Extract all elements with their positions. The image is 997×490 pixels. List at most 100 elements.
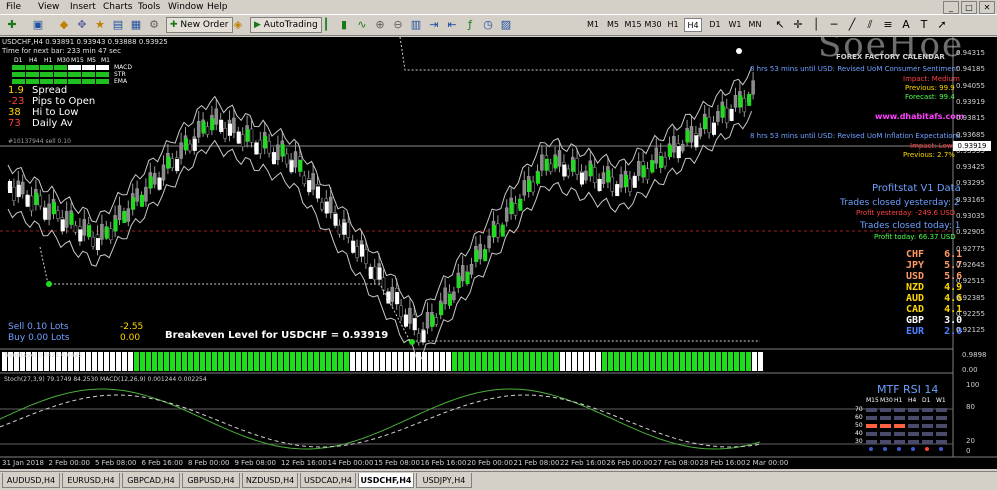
trend-ribbon-segment [474,249,479,262]
mtf-rsi-cell [866,440,877,444]
autotrading-button[interactable]: ▶ AutoTrading [250,17,322,33]
profiles-icon[interactable]: ▣ [30,17,46,33]
timeframe-m30[interactable]: M30 [644,18,662,32]
tab-usdchf[interactable]: USDCHF,H4 [358,473,414,488]
tab-gbpusd[interactable]: GBPUSD,H4 [182,473,240,488]
trend-panel-block [254,352,259,371]
mtf-rsi-cell [936,424,947,428]
mtf-rsi-level: 70 [855,406,863,413]
tab-usdjpy[interactable]: USDJPY,H4 [416,473,472,488]
new-order-button[interactable]: ✚ New Order [166,17,233,33]
chart-canvas [0,37,997,458]
price-axis-tick: 0.93685 [956,130,985,139]
price-axis-tick: 0.94315 [956,49,985,57]
menu-view[interactable]: View [38,2,59,12]
crosshair-icon[interactable]: ✛ [790,17,806,33]
timeframe-mn[interactable]: MN [746,18,764,32]
trend-panel-block [746,352,751,371]
new-chart-icon[interactable]: ✚ [4,17,20,33]
candle-body [144,186,148,202]
trend-panel-block [722,352,727,371]
trend-panel-block [470,352,475,371]
mtf-rsi-level: 40 [855,430,863,437]
tab-gbpcad[interactable]: GBPCAD,H4 [122,473,180,488]
candle-body [663,156,667,167]
tab-eurusd[interactable]: EURUSD,H4 [62,473,120,488]
mtf-rsi-cell [908,432,919,436]
market-watch-icon[interactable]: ◆ [56,17,72,33]
tools-icon[interactable]: ⚙ [146,17,162,33]
trend-panel-block [680,352,685,371]
vertical-line-icon[interactable]: │ [808,17,824,33]
resistance-line [399,37,735,71]
mtf-rsi-cell [894,408,905,412]
timeframe-h1[interactable]: H1 [664,18,682,32]
mtf-rsi-timeframe: D1 [922,397,931,404]
trendline-icon[interactable]: ╱ [844,17,860,33]
menu-insert[interactable]: Insert [70,2,96,12]
label-tool-icon[interactable]: T [916,17,932,33]
menu-tools[interactable]: Tools [138,2,160,12]
templates-icon[interactable]: ▨ [498,17,514,33]
restore-button[interactable]: □ [961,1,977,14]
trend-panel-block [104,352,109,371]
trend-ribbon-segment [43,207,48,220]
close-button[interactable]: ✕ [979,1,995,14]
candle-body [716,111,720,122]
tab-nzdusd[interactable]: NZDUSD,H4 [242,473,298,488]
mtf-rsi-cell [866,424,877,428]
text-tool-icon[interactable]: A [898,17,914,33]
chart-area[interactable]: SoeHoe USDCHF,H4 0.93891 0.93943 0.93888… [0,37,997,469]
horizontal-line-icon[interactable]: ─ [826,17,842,33]
fibonacci-icon[interactable]: ≡ [880,17,896,33]
menu-window[interactable]: Window [168,2,204,12]
zoom-out-icon[interactable]: ⊖ [390,17,406,33]
timeframe-m1[interactable]: M1 [584,18,602,32]
timeframe-d1[interactable]: D1 [706,18,724,32]
timeframe-m15[interactable]: M15 [624,18,642,32]
mtf-rsi-timeframe: M15 [866,397,879,404]
calendar-event-previous: Previous: 2.7% [903,151,955,159]
zoom-in-icon[interactable]: ⊕ [372,17,388,33]
periods-icon[interactable]: ◷ [480,17,496,33]
currency-strength-row: AUD 4.6 [906,293,962,304]
tab-usdcad[interactable]: USDCAD,H4 [300,473,356,488]
trend-grid-tf: M5 [87,57,96,64]
chart-shift-icon[interactable]: ⇤ [444,17,460,33]
auto-scroll-icon[interactable]: ⇥ [426,17,442,33]
timeframe-w1[interactable]: W1 [726,18,744,32]
trend-panel-block [644,352,649,371]
candlestick-icon[interactable]: ▮ [336,17,352,33]
tile-windows-icon[interactable]: ▥ [408,17,424,33]
menu-charts[interactable]: Charts [103,2,132,12]
website-link[interactable]: www.dhabitafs.com [875,112,964,121]
trend-ribbon-segment [245,129,250,142]
terminal-icon[interactable]: ▤ [110,17,126,33]
time-axis-tick: 20 Feb 00:00 [467,459,513,467]
metaeditor-icon[interactable]: ◈ [230,17,246,33]
menu-file[interactable]: File [6,2,21,12]
trend-panel-block [416,352,421,371]
timeframe-m5[interactable]: M5 [604,18,622,32]
arrow-tool-icon[interactable]: ➚ [934,17,950,33]
line-chart-icon[interactable]: ∿ [354,17,370,33]
trend-ribbon-segment [254,142,259,155]
candle-body [20,181,25,195]
tester-icon[interactable]: ▦ [128,17,144,33]
tab-audusd[interactable]: AUDUSD,H4 [2,473,60,488]
calendar-event-headline: 8 hrs 53 mins until USD: Revised UoM Inf… [750,132,961,140]
time-axis-tick: 27 Feb 08:00 [653,459,699,467]
timeframe-h4[interactable]: H4 [684,18,702,32]
menu-help[interactable]: Help [207,2,228,12]
price-axis-tick: 0.93815 [956,114,985,123]
data-window-icon[interactable]: ✥ [74,17,90,33]
cursor-icon[interactable]: ↖ [772,17,788,33]
trend-panel-block [224,352,229,371]
bar-chart-icon[interactable]: ┃ [318,17,334,33]
trend-panel-block [236,352,241,371]
channel-icon[interactable]: ⫽ [862,17,878,33]
trend-panel-block [452,352,457,371]
indicators-icon[interactable]: ƒ [462,17,478,33]
minimize-button[interactable]: _ [943,1,959,14]
navigator-icon[interactable]: ★ [92,17,108,33]
